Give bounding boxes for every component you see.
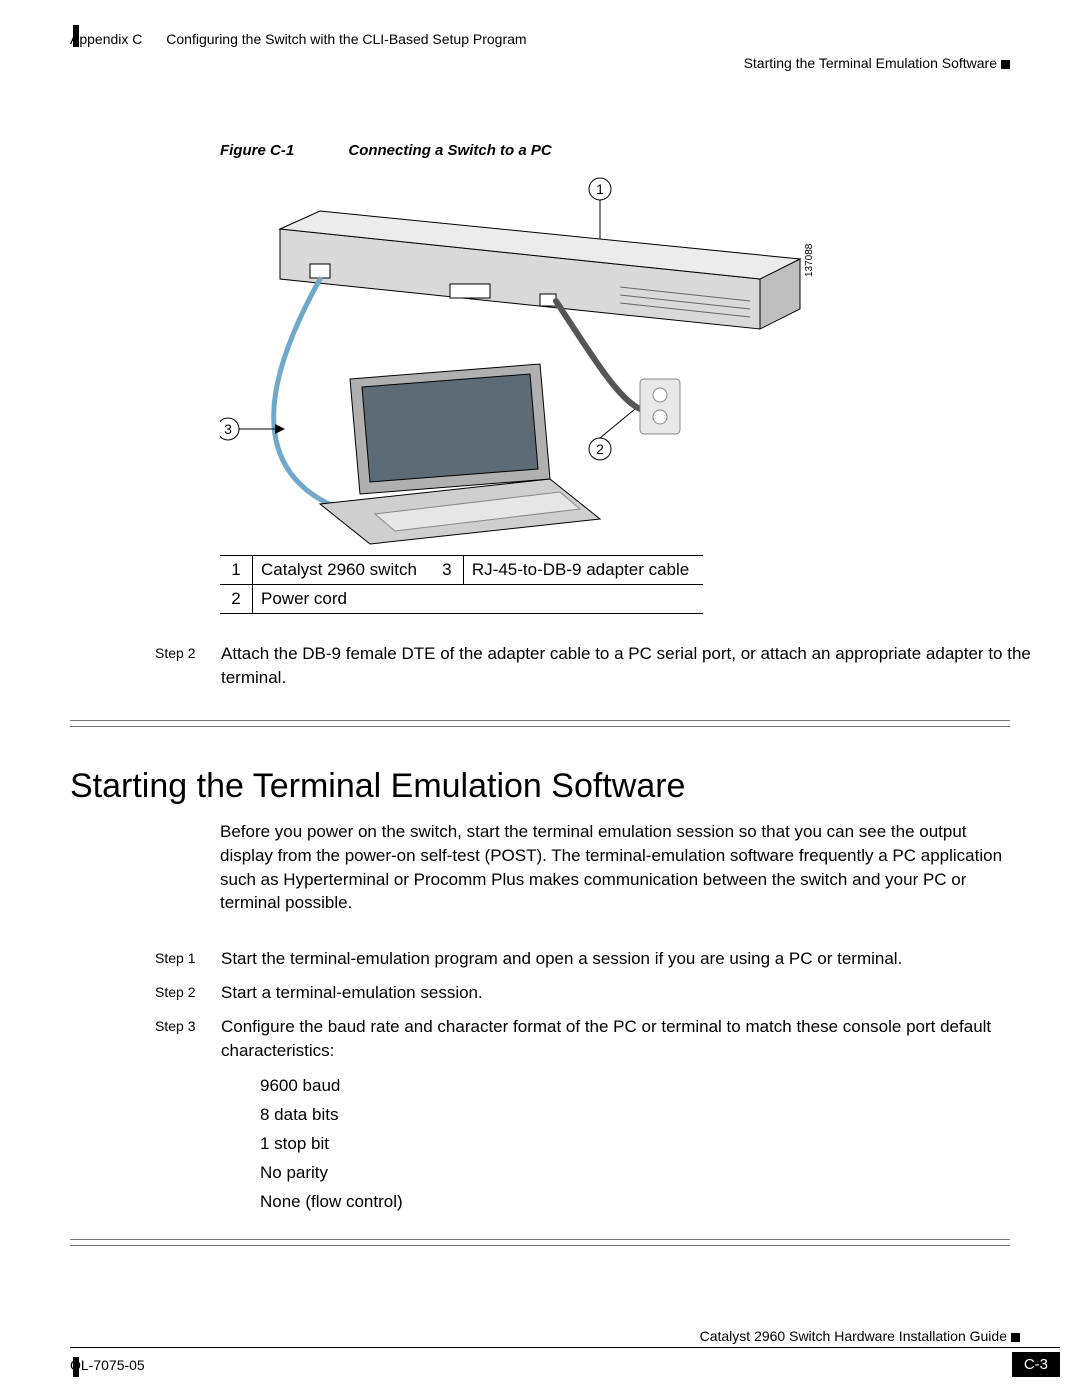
page-content: Appendix C Configuring the Switch with t… [70,30,1070,1246]
header-marker-icon [1001,60,1010,69]
figure-number: Figure C-1 [220,142,294,159]
callout-2-label: 2 [596,441,604,457]
step-row: Step 2 Start a terminal-emulation sessio… [155,981,1070,1005]
footer-rule-mark [73,1357,79,1377]
step-text: Attach the DB-9 female DTE of the adapte… [221,642,1070,690]
table-row: 2 Power cord [220,585,703,614]
step-text: Configure the baud rate and character fo… [221,1015,1070,1063]
legend-num: 1 [220,556,253,585]
table-row: 1 Catalyst 2960 switch 3 RJ-45-to-DB-9 a… [220,556,703,585]
section-divider [70,1239,1010,1246]
figure-legend-table: 1 Catalyst 2960 switch 3 RJ-45-to-DB-9 a… [220,555,703,614]
legend-label: RJ-45-to-DB-9 adapter cable [463,556,703,585]
section-heading: Starting the Terminal Emulation Software [70,767,1070,806]
legend-num: 2 [220,585,253,614]
step-number: Step 3 [155,1015,221,1063]
step-row: Step 2 Attach the DB-9 female DTE of the… [155,642,1070,690]
config-item: 8 data bits [260,1101,1070,1130]
page-footer: Catalyst 2960 Switch Hardware Installati… [70,1328,1060,1377]
figure-caption: Figure C-1 Connecting a Switch to a PC [220,142,1070,159]
running-header: Appendix C Configuring the Switch with t… [70,30,1070,72]
section-divider [70,720,1010,727]
footer-marker-icon [1011,1333,1020,1342]
footer-doc-number: OL-7075-05 [70,1357,145,1373]
config-item: No parity [260,1159,1070,1188]
config-item: 1 stop bit [260,1130,1070,1159]
figure-title: Connecting a Switch to a PC [348,142,551,159]
intro-paragraph: Before you power on the switch, start th… [220,820,1070,915]
step-number: Step 1 [155,947,221,971]
config-item: None (flow control) [260,1188,1070,1217]
step-number: Step 2 [155,642,221,690]
footer-guide: Catalyst 2960 Switch Hardware Installati… [700,1328,1007,1344]
step-row: Step 3 Configure the baud rate and chara… [155,1015,1070,1063]
callout-3-label: 3 [224,421,232,437]
header-chapter: Configuring the Switch with the CLI-Base… [166,31,526,47]
step-text: Start the terminal-emulation program and… [221,947,1070,971]
header-appendix: Appendix C [70,31,142,47]
step-row: Step 1 Start the terminal-emulation prog… [155,947,1070,971]
step-number: Step 2 [155,981,221,1005]
image-id-label: 137088 [804,244,815,278]
config-item: 9600 baud [260,1072,1070,1101]
config-characteristics-list: 9600 baud 8 data bits 1 stop bit No pari… [260,1072,1070,1216]
legend-label: Power cord [253,585,431,614]
legend-label: Catalyst 2960 switch [253,556,431,585]
figure-illustration: 1 2 3 137088 [220,169,820,549]
connection-diagram-icon: 1 2 3 137088 [220,169,820,549]
callout-1-label: 1 [596,181,604,197]
step-text: Start a terminal-emulation session. [221,981,1070,1005]
header-section: Starting the Terminal Emulation Software [744,55,997,71]
legend-num: 3 [431,556,464,585]
footer-page-number: C-3 [1012,1352,1060,1377]
